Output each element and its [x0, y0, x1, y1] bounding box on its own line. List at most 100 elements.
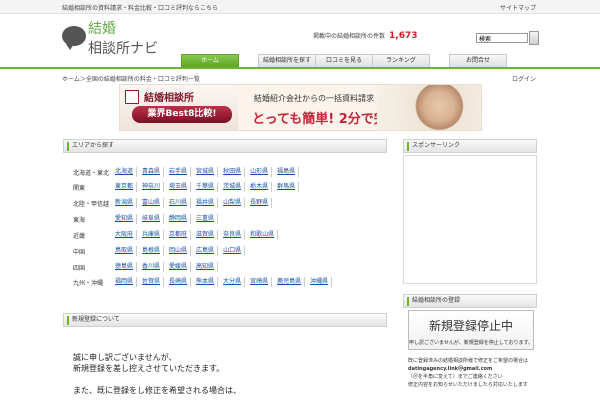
pref-link[interactable]: 福島県 — [274, 167, 300, 177]
pref-link[interactable]: 静岡県 — [166, 214, 192, 224]
message-line: また、既に登録をし修正を希望される場合は、 — [73, 386, 241, 395]
register-panel-title: 結婚相談所の登録 — [403, 294, 537, 308]
banner-subtitle: 結婚紹介会社からの一括資料請求 — [254, 94, 374, 103]
notice-subtext: 申し訳ございませんが、新規登録を停止しております。 — [409, 340, 533, 346]
contact-line: 修正内容をお知らせいただけましたら対応いたします — [408, 382, 528, 388]
pref-link[interactable]: 京都府 — [166, 230, 192, 240]
pref-link[interactable]: 茨城県 — [220, 182, 246, 192]
pref-link[interactable]: 新潟県 — [112, 198, 138, 208]
pref-link[interactable]: 北海道 — [112, 167, 138, 177]
region-label: 関東 — [73, 185, 86, 192]
counter-label: 掲載中の結婚相談所の件数 — [313, 33, 386, 40]
sponsor-ad-area — [403, 155, 537, 284]
pref-link[interactable]: 鹿児島県 — [274, 277, 306, 287]
pref-link[interactable]: 栃木県 — [247, 182, 273, 192]
pref-link[interactable]: 大分県 — [220, 277, 246, 287]
pref-link[interactable]: 埼玉県 — [166, 182, 192, 192]
contact-line: 既に登録済みの結婚相談所様で修正をご希望の場合は — [408, 358, 529, 364]
nav-tab-ranking[interactable]: ランキング — [372, 54, 430, 67]
listing-counter: 掲載中の結婚相談所の件数 1,673 — [313, 31, 417, 41]
pref-link[interactable]: 熊本県 — [193, 277, 219, 287]
message-line — [73, 374, 241, 385]
contact-info: 既に登録済みの結婚相談所様で修正をご希望の場合は datingagency.li… — [408, 357, 542, 389]
nav-tab-home[interactable]: ホーム — [181, 54, 239, 67]
region-label: 中国 — [73, 249, 86, 256]
pref-link[interactable]: 長野県 — [247, 198, 273, 208]
pref-link[interactable]: 山形県 — [247, 167, 273, 177]
registration-stopped-notice: 新規登録停止中 申し訳ございませんが、新規登録を停止しております。 — [408, 310, 534, 350]
login-link[interactable]: ログイン — [512, 74, 536, 83]
breadcrumb[interactable]: ホーム＞全国の結婚相談所の料金・口コミ評判一覧 — [62, 74, 200, 83]
pref-link[interactable]: 鳥取県 — [112, 246, 138, 256]
sitemap-link[interactable]: サイトマップ — [500, 3, 536, 12]
pref-link[interactable]: 青森県 — [139, 167, 165, 177]
message-line: 誠に申し訳ございませんが、 — [73, 353, 177, 362]
pref-link[interactable]: 広島県 — [193, 246, 219, 256]
pref-link[interactable]: 三重県 — [193, 214, 219, 224]
pref-link[interactable]: 宮城県 — [193, 167, 219, 177]
sponsor-panel-title: スポンサーリンク — [403, 139, 537, 153]
main-nav: ホーム 結婚相談所を探す 口コミを見る ランキング お問合せ — [0, 52, 600, 69]
compare-badge-icon — [125, 90, 139, 104]
pref-link[interactable]: 愛媛県 — [166, 262, 192, 272]
region-label: 東海 — [73, 217, 86, 224]
banner-left-panel: 結婚相談所 業界Best8比較! — [120, 85, 238, 130]
pref-link[interactable]: 秋田県 — [220, 167, 246, 177]
search-button[interactable] — [529, 31, 539, 45]
pref-link[interactable]: 千葉県 — [193, 182, 219, 192]
logo-line-1: 結婚 — [88, 21, 116, 37]
pref-link[interactable]: 高知県 — [193, 262, 219, 272]
pref-link[interactable]: 福井県 — [193, 198, 219, 208]
notice-heading: 新規登録停止中 — [428, 319, 513, 333]
pref-link[interactable]: 山口県 — [220, 246, 246, 256]
pref-link[interactable]: 和歌山県 — [247, 230, 279, 240]
pref-link[interactable]: 福岡県 — [112, 277, 138, 287]
promo-banner[interactable]: 結婚相談所 業界Best8比較! 結婚紹介会社からの一括資料請求 とっても簡単!… — [119, 84, 482, 131]
region-label: 近畿 — [73, 233, 86, 240]
top-bar: 結婚相談所の資料請求・料金比較・口コミ評判ならこちら サイトマップ — [0, 0, 600, 14]
contact-line: （＠を半角に変えて）までご連絡ください — [408, 374, 503, 380]
pref-link[interactable]: 岐阜県 — [139, 214, 165, 224]
banner-photo — [377, 85, 481, 130]
pref-link[interactable]: 徳島県 — [112, 262, 138, 272]
pref-link[interactable]: 島根県 — [139, 246, 165, 256]
nav-rail — [0, 67, 600, 69]
region-label: 九州・沖縄 — [73, 280, 104, 287]
nav-tab-search[interactable]: 結婚相談所を探す — [258, 54, 316, 67]
pref-link[interactable]: 愛知県 — [112, 214, 138, 224]
region-label: 北海道・東北 — [73, 170, 110, 177]
pref-link[interactable]: 長崎県 — [166, 277, 192, 287]
pref-link[interactable]: 富山県 — [139, 198, 165, 208]
pref-link[interactable]: 岩手県 — [166, 167, 192, 177]
search-box — [476, 31, 539, 45]
speech-bubble-icon — [62, 26, 86, 50]
search-input[interactable] — [476, 33, 528, 43]
registration-panel-title: 新規登録について — [63, 313, 387, 327]
banner-title: 結婚相談所 — [144, 93, 194, 104]
pref-link[interactable]: 群馬県 — [274, 182, 300, 192]
message-line: 新規登録を差し控えさせていただきます。 — [73, 364, 225, 373]
pref-link[interactable]: 兵庫県 — [139, 230, 165, 240]
site-tagline: 結婚相談所の資料請求・料金比較・口コミ評判ならこちら — [62, 5, 219, 12]
counter-value: 1,673 — [389, 31, 418, 41]
pref-link[interactable]: 神奈川 — [139, 182, 165, 192]
nav-tab-contact[interactable]: お問合せ — [449, 54, 507, 67]
pref-link[interactable]: 石川県 — [166, 198, 192, 208]
pref-link[interactable]: 宮崎県 — [247, 277, 273, 287]
pref-link[interactable]: 山梨県 — [220, 198, 246, 208]
registration-message: 誠に申し訳ございませんが、 新規登録を差し控えさせていただきます。 また、既に登… — [73, 352, 241, 396]
pref-link[interactable]: 岡山県 — [166, 246, 192, 256]
pref-link[interactable]: 佐賀県 — [139, 277, 165, 287]
pref-link[interactable]: 大阪府 — [112, 230, 138, 240]
contact-email[interactable]: datingagency.link＠gmail.com — [408, 365, 542, 373]
nav-tab-reviews[interactable]: 口コミを見る — [315, 54, 373, 67]
pref-link[interactable]: 香川県 — [139, 262, 165, 272]
region-label: 北陸・甲信越 — [73, 201, 110, 208]
pref-link[interactable]: 奈良県 — [220, 230, 246, 240]
region-label: 四国 — [73, 265, 86, 272]
banner-pill: 業界Best8比較! — [132, 106, 232, 123]
pref-link[interactable]: 東京都 — [112, 182, 138, 192]
pref-link[interactable]: 沖縄県 — [307, 277, 333, 287]
pref-link[interactable]: 滋賀県 — [193, 230, 219, 240]
areas-panel-title: エリアから探す — [63, 139, 387, 153]
